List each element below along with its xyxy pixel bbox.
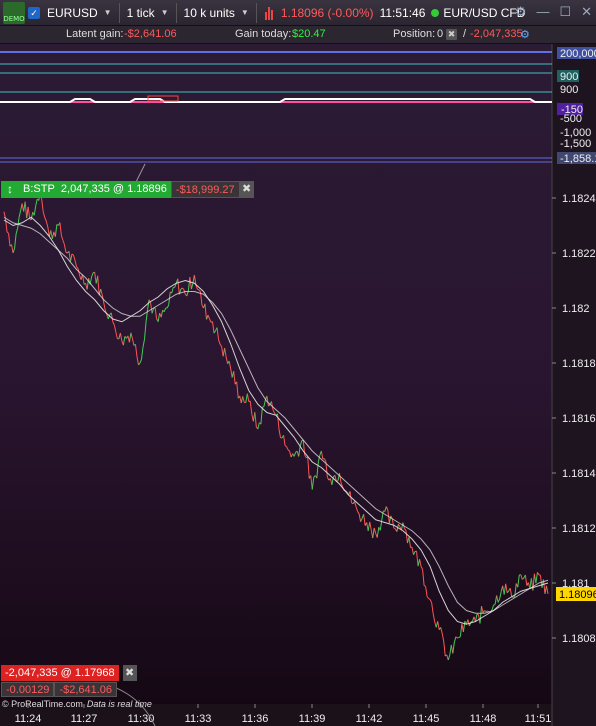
price-segment	[485, 610, 488, 613]
y-tick-label: 1.1822	[562, 248, 596, 260]
close-icon[interactable]: ✖	[239, 181, 254, 198]
x-tick-label: 11:36	[242, 713, 269, 725]
maximize-icon[interactable]: ☐	[559, 4, 571, 20]
copyright-label: © ProRealTime.com	[2, 699, 83, 709]
instrument-name: EUR/USD CFD	[443, 5, 526, 20]
price-segment	[262, 406, 265, 408]
demo-badge: DEMO	[3, 1, 25, 24]
indicator-axis-label: 900	[560, 71, 578, 83]
pending-pnl: -$2,641.06	[54, 682, 118, 697]
data-note: Data is real time	[86, 699, 152, 709]
bar-chart-icon[interactable]	[264, 6, 275, 20]
y-tick-label: 1.1816	[562, 413, 596, 425]
separator	[118, 2, 120, 23]
position-qty-price: 2,047,335 @ 1.18896	[60, 183, 167, 195]
x-tick-label: 11:45	[413, 713, 440, 725]
link-checkbox-icon[interactable]: ✓	[28, 6, 40, 19]
toolbar: DEMO ✓ EURUSD ▼ 1 tick ▼ 10 k units ▼ 1.…	[0, 0, 596, 26]
move-arrows-icon[interactable]: ↕	[1, 181, 19, 198]
minimize-icon[interactable]: —	[536, 4, 549, 20]
timeframe-label: 1 tick	[126, 5, 155, 20]
window-controls: ⚙ — ☐ ✕	[515, 4, 592, 20]
x-tick-label: 11:42	[356, 713, 383, 725]
gain-today-value: $20.47	[292, 28, 326, 40]
instrument-dropdown[interactable]: EURUSD ▼	[44, 2, 115, 24]
y-tick-label: 1.182	[562, 303, 590, 315]
price-segment	[470, 620, 473, 623]
indicator-axis-label: 200,000	[560, 48, 596, 60]
x-tick-label: 11:48	[470, 713, 497, 725]
y-tick-label: 1.1818	[562, 358, 596, 370]
position-pnl: -$18,999.27	[170, 181, 240, 198]
y-tick-label: 1.1824	[562, 193, 596, 205]
price-chart[interactable]: 200,000 900 900 -150 -500 -1,000 -1,500 …	[0, 44, 596, 726]
instrument-code: EURUSD	[47, 5, 98, 20]
pending-qty-price: -2,047,335 @ 1.17968	[1, 665, 119, 681]
price-segment	[197, 288, 200, 291]
size-dropdown[interactable]: 10 k units ▼	[181, 2, 252, 24]
latent-gain-value: -$2,641.06	[124, 28, 177, 40]
y-tick-label: 1.1812	[562, 523, 596, 535]
position-amount: -2,047,335	[470, 28, 523, 40]
indicator-axis-label: 900	[560, 84, 578, 96]
last-time: 11:51:46	[379, 5, 426, 20]
position-value: 0	[437, 28, 444, 40]
price-segment	[476, 613, 479, 616]
settings-icon[interactable]: ⚙	[515, 4, 527, 20]
pending-diff: -0.00129	[1, 682, 55, 697]
price-segment	[538, 574, 541, 576]
plot-background	[0, 44, 552, 704]
position-type: B:STP	[23, 183, 55, 195]
close-icon[interactable]: ✕	[581, 4, 592, 20]
chevron-down-icon: ▼	[160, 8, 169, 17]
separator	[175, 2, 177, 23]
account-info-bar: Latent gain: -$2,641.06 Gain today: $20.…	[0, 26, 596, 44]
open-position-tag[interactable]: ↕ B:STP 2,047,335 @ 1.18896 -$18,999.27 …	[1, 181, 254, 198]
close-position-icon[interactable]: ✖	[446, 29, 457, 40]
position-label: Position:	[393, 28, 436, 40]
copyright-text: © ProRealTime.com Data is real time	[2, 699, 152, 709]
position-label-text: B:STP 2,047,335 @ 1.18896	[19, 181, 171, 198]
close-icon[interactable]: ✖	[122, 665, 137, 681]
last-price-tag-label: 1.18096	[559, 589, 596, 601]
x-tick-label: 11:27	[71, 713, 98, 725]
x-tick-label: 11:39	[299, 713, 326, 725]
x-tick-label: 11:30	[128, 713, 155, 725]
y-tick-label: 1.1814	[562, 468, 596, 480]
y-tick-label: 1.1808	[562, 633, 596, 645]
size-label: 10 k units	[183, 5, 235, 20]
status-dot-icon	[431, 8, 440, 17]
x-tick-label: 11:33	[185, 713, 212, 725]
chevron-down-icon: ▼	[103, 8, 112, 17]
x-tick-label: 11:24	[15, 713, 42, 725]
price-segment	[513, 596, 515, 598]
latent-gain-label: Latent gain:	[66, 28, 124, 40]
position-slash: /	[463, 28, 467, 40]
pending-order-tag[interactable]: -2,047,335 @ 1.17968 ✖ -0.00129 -$2,641.…	[1, 665, 137, 697]
separator	[255, 2, 257, 23]
indicator-axis-label: -500	[560, 113, 582, 125]
indicator-axis-label: -1,500	[560, 138, 591, 150]
last-price: 1.18096 (-0.00%)	[280, 5, 374, 20]
position-settings-icon[interactable]: ⚙	[520, 28, 530, 41]
indicator-axis-label: -1,858.1	[560, 153, 596, 165]
timeframe-dropdown[interactable]: 1 tick ▼	[124, 2, 172, 24]
price-segment	[493, 603, 496, 606]
x-tick-label: 11:51	[525, 713, 552, 725]
chevron-down-icon: ▼	[240, 8, 249, 17]
gain-today-label: Gain today:	[235, 28, 292, 40]
last-price-tag: 1.18096	[556, 587, 596, 601]
